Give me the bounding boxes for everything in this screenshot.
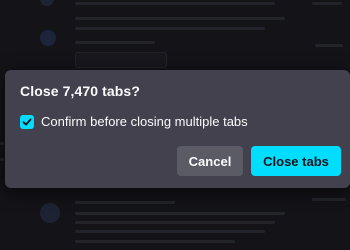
close-tabs-button[interactable]: Close tabs bbox=[251, 146, 341, 176]
confirm-close-checkbox[interactable] bbox=[20, 114, 34, 129]
confirm-close-checkbox-row[interactable]: Confirm before closing multiple tabs bbox=[20, 114, 248, 129]
confirm-close-checkbox-label: Confirm before closing multiple tabs bbox=[41, 114, 248, 129]
dialog-title: Close 7,470 tabs? bbox=[20, 83, 140, 99]
cancel-button[interactable]: Cancel bbox=[177, 146, 243, 176]
close-tabs-dialog: Close 7,470 tabs? Confirm before closing… bbox=[5, 70, 350, 188]
checkmark-icon bbox=[22, 118, 32, 125]
